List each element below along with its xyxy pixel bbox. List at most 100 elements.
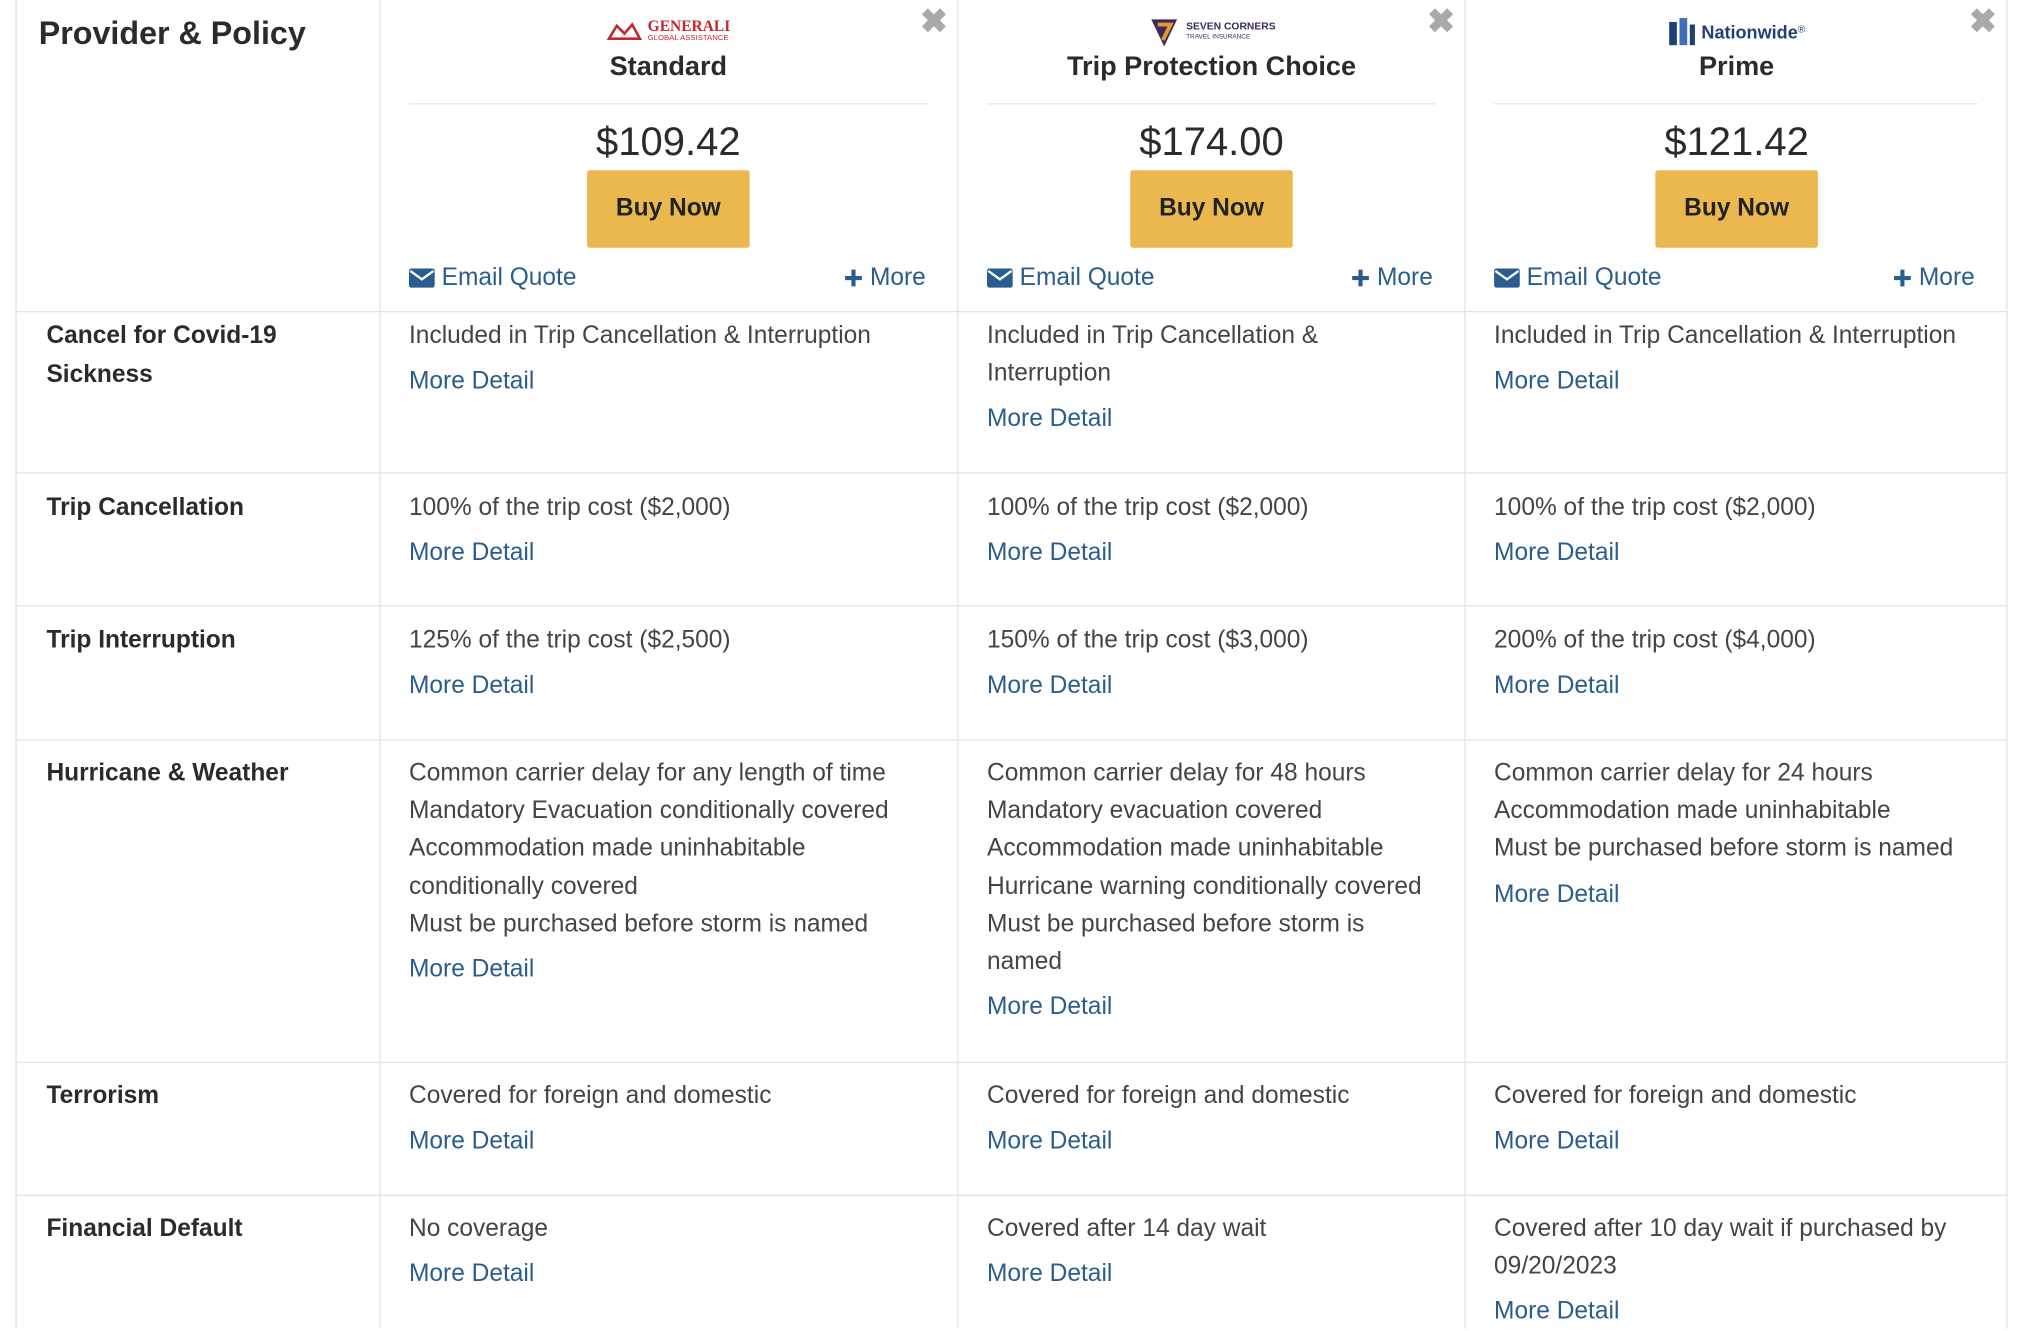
row-divider [15, 739, 2008, 741]
more-link[interactable]: More [844, 264, 926, 292]
email-quote-label: Email Quote [1526, 264, 1662, 292]
more-detail-link[interactable]: More Detail [409, 1123, 951, 1161]
more-detail-link[interactable]: More Detail [987, 667, 1458, 705]
page-title: Provider & Policy [38, 15, 306, 52]
table-cell: Common carrier delay for 24 hours Accomm… [1494, 755, 2004, 913]
more-detail-link[interactable]: More Detail [987, 989, 1458, 1027]
more-detail-link[interactable]: More Detail [409, 1256, 951, 1294]
row-label-trip-cancellation: Trip Cancellation [46, 494, 244, 522]
row-label-covid: Cancel for Covid-19 Sickness [46, 322, 277, 388]
more-detail-link[interactable]: More Detail [1494, 1123, 2004, 1161]
seven-corners-seven-icon [1151, 19, 1178, 47]
table-cell: Covered for foreign and domestic More De… [1494, 1077, 2004, 1160]
plan-price: $174.00 [1139, 118, 1284, 164]
cell-text: 200% of the trip cost ($4,000) [1494, 627, 1816, 655]
table-cell: 125% of the trip cost ($2,500) More Deta… [409, 622, 951, 705]
more-detail-link[interactable]: More Detail [1494, 1293, 2004, 1331]
cell-text: Mandatory evacuation covered [987, 797, 1323, 825]
cell-text: 09/20/2023 [1494, 1253, 1617, 1281]
envelope-icon [987, 268, 1013, 289]
table-cell: Covered for foreign and domestic More De… [409, 1077, 951, 1160]
email-quote-link[interactable]: Email Quote [987, 264, 1155, 292]
row-divider [15, 1061, 2008, 1064]
email-quote-link[interactable]: Email Quote [1494, 264, 1662, 292]
column-divider [1464, 0, 1466, 1329]
more-link[interactable]: More [1351, 264, 1433, 292]
cell-text: Covered after 14 day wait [987, 1215, 1267, 1243]
comparison-table: Provider & Policy GENERALI GLOBAL ASSIST… [0, 0, 2023, 1329]
email-quote-link[interactable]: Email Quote [408, 264, 577, 292]
nationwide-logo: Nationwide ® [1668, 15, 1805, 49]
more-label: More [1377, 264, 1433, 292]
close-icon[interactable]: ✖ [1427, 4, 1455, 38]
cell-text: 100% of the trip cost ($2,000) [987, 494, 1309, 522]
more-label: More [1918, 264, 1975, 292]
table-cell: 200% of the trip cost ($4,000) More Deta… [1494, 622, 2004, 705]
plus-icon [845, 270, 862, 288]
close-icon[interactable]: ✖ [1969, 4, 1997, 38]
row-label-hurricane-weather: Hurricane & Weather [46, 759, 289, 788]
header-separator [987, 103, 1436, 105]
more-detail-link[interactable]: More Detail [1494, 363, 2004, 401]
row-label-trip-interruption: Trip Interruption [46, 627, 236, 655]
cell-text: Included in Trip Cancellation & Interrup… [408, 322, 871, 350]
cell-text: Included in Trip Cancellation & [987, 322, 1319, 350]
table-cell: Common carrier delay for 48 hours Mandat… [987, 755, 1458, 1026]
more-detail-link[interactable]: More Detail [409, 951, 951, 989]
table-cell: Included in Trip Cancellation & Interrup… [409, 317, 951, 400]
plan-price: $121.42 [1664, 118, 1809, 164]
more-detail-link[interactable]: More Detail [987, 400, 1458, 438]
cell-text: 125% of the trip cost ($2,500) [408, 627, 731, 655]
more-detail-link[interactable]: More Detail [409, 534, 951, 572]
envelope-icon [408, 268, 435, 289]
row-label-financial-default: Financial Default [46, 1215, 243, 1243]
table-cell: 100% of the trip cost ($2,000) More Deta… [409, 489, 951, 572]
nationwide-eagle-icon [1669, 18, 1695, 46]
cell-text: Included in Trip Cancellation & Interrup… [1494, 322, 1957, 350]
more-detail-link[interactable]: More Detail [987, 1123, 1458, 1161]
close-icon[interactable]: ✖ [920, 4, 948, 38]
cell-text: Accommodation made uninhabitable [987, 835, 1384, 863]
cell-text: Covered after 10 day wait if purchased b… [1494, 1215, 1947, 1243]
cell-text: Covered for foreign and domestic [408, 1082, 772, 1110]
more-detail-link[interactable]: More Detail [409, 363, 951, 401]
email-quote-label: Email Quote [1019, 264, 1155, 292]
plan-name: Prime [1698, 51, 1775, 82]
table-cell: Covered after 10 day wait if purchased b… [1494, 1210, 2004, 1331]
buy-now-button[interactable]: Buy Now [1130, 170, 1293, 248]
cell-text: Covered for foreign and domestic [987, 1082, 1350, 1110]
more-detail-link[interactable]: More Detail [409, 667, 951, 705]
more-detail-link[interactable]: More Detail [987, 534, 1458, 572]
cell-text: conditionally covered [408, 872, 638, 901]
email-quote-label: Email Quote [441, 264, 577, 292]
cell-text: Common carrier delay for 24 hours [1494, 759, 1873, 788]
more-link[interactable]: More [1893, 264, 1975, 292]
plus-icon [1352, 270, 1369, 288]
cell-text: No coverage [408, 1215, 548, 1243]
more-detail-link[interactable]: More Detail [1494, 876, 2004, 914]
buy-now-button[interactable]: Buy Now [587, 170, 750, 248]
cell-text: Accommodation made uninhabitable [408, 835, 806, 863]
cell-text: named [987, 948, 1062, 976]
buy-now-button[interactable]: Buy Now [1655, 170, 1818, 248]
table-cell: 150% of the trip cost ($3,000) More Deta… [987, 622, 1458, 705]
column-divider [379, 0, 381, 1329]
table-border-left [15, 0, 17, 1329]
cell-text: Must be purchased before storm is named [408, 910, 869, 938]
cell-text: Common carrier delay for 48 hours [987, 759, 1366, 788]
cell-text: Mandatory Evacuation conditionally cover… [408, 797, 889, 825]
table-cell: Common carrier delay for any length of t… [409, 755, 951, 989]
cell-text: 100% of the trip cost ($2,000) [1494, 494, 1816, 522]
cell-text: Interruption [987, 360, 1112, 388]
logo-text: GENERALI [647, 16, 731, 35]
cell-text: Must be purchased before storm is [987, 910, 1365, 938]
table-cell: No coverage More Detail [409, 1210, 951, 1293]
more-detail-link[interactable]: More Detail [1494, 534, 2004, 572]
logo-text: SEVEN CORNERS [1186, 20, 1276, 33]
generali-logo: GENERALI GLOBAL ASSISTANCE [606, 15, 730, 49]
more-detail-link[interactable]: More Detail [1494, 667, 2004, 705]
plus-icon [1894, 270, 1911, 288]
more-detail-link[interactable]: More Detail [987, 1256, 1458, 1294]
cell-text: Common carrier delay for any length of t… [408, 759, 886, 788]
plan-name: Standard [609, 51, 728, 82]
